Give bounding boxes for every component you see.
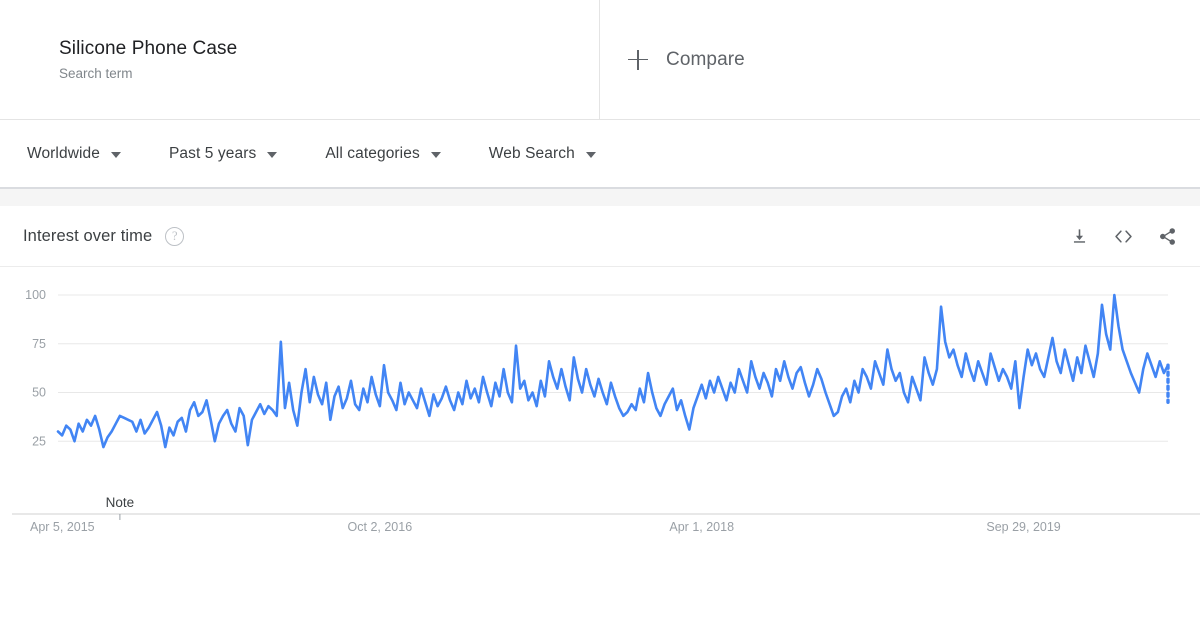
section-separator <box>0 189 1200 206</box>
interest-over-time-chart[interactable]: 25 50 75 100 Apr 5, 2015 Oct 2, 2016 Apr 1, 20… <box>0 267 1200 567</box>
interest-over-time-card: Interest over time ? 25 50 75 100 Apr 5,… <box>0 206 1200 567</box>
filter-search-type-label: Web Search <box>488 144 575 162</box>
filter-location[interactable]: Worldwide <box>27 145 121 163</box>
download-icon[interactable] <box>1068 225 1090 247</box>
x-tick-1: Oct 2, 2016 <box>348 520 413 534</box>
help-icon[interactable]: ? <box>165 226 185 246</box>
y-tick-50: 50 <box>32 386 46 400</box>
filter-search-type[interactable]: Web Search <box>489 145 596 163</box>
google-trends-page: Silicone Phone Case Search term Compare … <box>0 0 1200 626</box>
chevron-down-icon <box>110 151 121 158</box>
search-term-card[interactable]: Silicone Phone Case Search term <box>0 0 600 120</box>
series-color-dot <box>24 53 41 70</box>
chevron-down-icon <box>267 151 278 158</box>
trend-line <box>56 293 1170 449</box>
search-term-title: Silicone Phone Case <box>59 37 238 59</box>
card-header: Interest over time ? <box>0 206 1200 267</box>
chevron-down-icon <box>430 151 441 158</box>
y-tick-100: 100 <box>25 288 46 302</box>
share-icon[interactable] <box>1156 225 1178 247</box>
search-term-bar: Silicone Phone Case Search term Compare <box>0 0 1200 120</box>
x-tick-0: Apr 5, 2015 <box>30 520 95 534</box>
embed-code-icon[interactable] <box>1112 225 1134 247</box>
compare-label: Compare <box>666 48 745 70</box>
search-term-subtitle: Search term <box>59 65 133 81</box>
chart-svg: 25 50 75 100 Apr 5, 2015 Oct 2, 2016 Apr 1, 20… <box>12 288 1200 534</box>
filter-time-range-label: Past 5 years <box>168 144 257 162</box>
filter-category[interactable]: All categories <box>325 144 441 163</box>
card-title: Interest over time <box>23 226 153 245</box>
filter-time-range[interactable]: Past 5 years <box>168 144 278 163</box>
add-compare-button[interactable]: Compare <box>628 49 745 71</box>
y-tick-25: 25 <box>32 434 46 448</box>
plus-icon <box>628 49 648 70</box>
y-tick-75: 75 <box>32 337 46 351</box>
filter-bar: Worldwide Past 5 years All categories We… <box>0 120 1200 189</box>
card-actions <box>1068 225 1178 247</box>
x-tick-2: Apr 1, 2018 <box>669 520 734 534</box>
compare-card: Compare <box>600 0 1200 119</box>
chart-note-label[interactable]: Note <box>106 495 135 510</box>
filter-location-label: Worldwide <box>27 144 100 162</box>
chevron-down-icon <box>585 151 596 158</box>
x-tick-3: Sep 29, 2019 <box>986 520 1060 534</box>
filter-category-label: All categories <box>325 144 420 162</box>
